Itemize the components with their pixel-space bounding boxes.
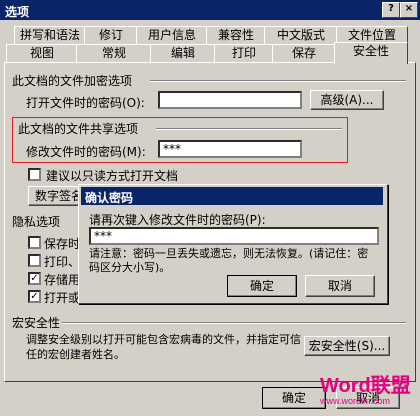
tab-user-info[interactable]: 用户信息: [136, 26, 208, 46]
confirm-password-dialog: 确认密码 请再次键入修改文件时的密码(P): *** 请注意：密码一旦丢失或遗忘…: [78, 184, 388, 304]
close-button[interactable]: ×: [400, 2, 418, 18]
tab-spelling[interactable]: 拼写和语法: [14, 26, 86, 46]
watermark-logo: Word联盟 www.wordlm.com: [320, 376, 411, 406]
confirm-cancel-button[interactable]: 取消: [305, 275, 375, 297]
privacy-checkbox-2[interactable]: [28, 254, 41, 267]
modify-password-label: 修改文件时的密码(M):: [26, 145, 146, 159]
macro-security-button[interactable]: 宏安全性(S)...: [304, 336, 390, 356]
confirm-note: 请注意：密码一旦丢失或遗忘，则无法恢复。(请记住：密码区分大小写)。: [89, 247, 369, 274]
privacy-checkbox-1[interactable]: [28, 236, 41, 249]
dialog-title: 确认密码: [85, 191, 134, 205]
confirm-password-field[interactable]: ***: [89, 227, 379, 245]
readonly-label: 建议以只读方式打开文档: [46, 169, 179, 183]
help-button[interactable]: ?: [382, 2, 400, 18]
share-heading: 此文档的文件共享选项: [18, 122, 139, 136]
tab-view[interactable]: 视图: [6, 44, 78, 64]
watermark-brand: Word联盟: [320, 375, 411, 397]
privacy-checkbox-3[interactable]: ✓: [28, 272, 41, 285]
privacy-label-1: 保存时: [44, 237, 81, 251]
open-password-label: 打开文件时的密码(O):: [26, 96, 145, 110]
privacy-heading: 隐私选项: [12, 215, 61, 229]
tab-asian-typography[interactable]: 中文版式: [264, 26, 338, 46]
confirm-prompt: 请再次键入修改文件时的密码(P):: [89, 213, 266, 227]
ok-button[interactable]: 确定: [262, 387, 326, 409]
macro-heading: 宏安全性: [12, 316, 61, 330]
advanced-button[interactable]: 高级(A)...: [310, 90, 384, 110]
divider: [156, 128, 342, 130]
tab-save[interactable]: 保存: [272, 44, 336, 64]
window-title: 选项: [5, 5, 30, 19]
privacy-label-3: 存储用: [44, 273, 81, 287]
tab-edit[interactable]: 编辑: [150, 44, 216, 64]
dialog-title-bar: 确认密码: [81, 187, 383, 205]
privacy-label-2: 打印、: [44, 255, 81, 269]
confirm-ok-button[interactable]: 确定: [227, 275, 297, 297]
divider: [150, 80, 406, 82]
tab-compatibility[interactable]: 兼容性: [206, 26, 266, 46]
divider: [62, 322, 406, 324]
tab-general[interactable]: 常规: [76, 44, 152, 64]
privacy-checkbox-4[interactable]: ✓: [28, 290, 41, 303]
readonly-checkbox[interactable]: [28, 168, 41, 181]
watermark-url: www.wordlm.com: [320, 396, 391, 406]
encrypt-heading: 此文档的文件加密选项: [12, 74, 133, 88]
title-bar: 选项 ? ×: [0, 0, 420, 20]
privacy-label-4: 打开或: [44, 291, 81, 305]
tab-security[interactable]: 安全性: [334, 42, 408, 64]
tab-track-changes[interactable]: 修订: [84, 26, 138, 46]
modify-password-field[interactable]: ***: [158, 140, 302, 158]
open-password-field[interactable]: [158, 91, 302, 109]
macro-description: 调整安全级别以打开可能包含宏病毒的文件，并指定可信任的宏创建者姓名。: [26, 333, 301, 361]
tab-print[interactable]: 打印: [214, 44, 274, 64]
